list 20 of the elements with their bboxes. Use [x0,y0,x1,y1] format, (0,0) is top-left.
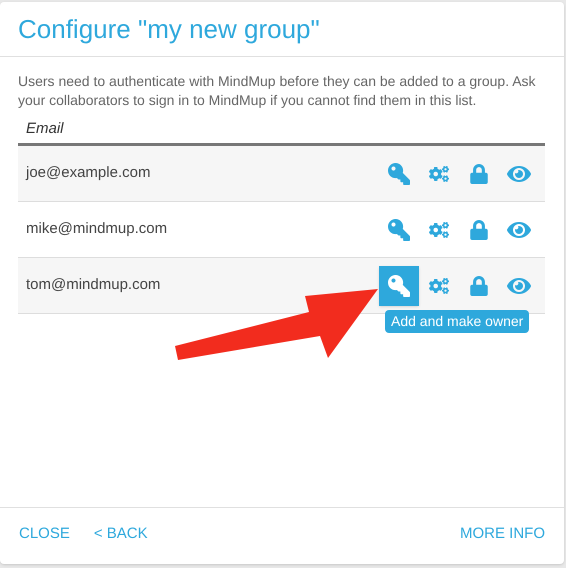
back-button[interactable]: < BACK [94,523,148,546]
lock-icon [469,164,489,184]
description-text: Users need to authenticate with MindMup before they can be added to a group. Ask your collaborators to sign in to MindMup if you cannot find them in this list. [18,72,537,110]
more-info-button[interactable]: MORE INFO [460,523,545,546]
lock-icon [469,220,489,240]
lock-icon [469,276,489,296]
key-icon [388,162,410,184]
column-header: Email [26,119,64,140]
gears-icon [429,164,449,184]
email-cell-text: joe@example.com [26,163,150,184]
tooltip: Add and make owner [385,310,530,332]
email-cell-text: tom@mindmup.com [26,275,160,296]
gears-icon [429,220,449,240]
dialog-title: Configure "my new group" [18,12,320,46]
key-icon [388,274,410,296]
gears-icon [429,276,449,296]
close-button[interactable]: CLOSE [19,523,70,546]
email-cell-text: mike@mindmup.com [26,219,168,240]
key-icon [388,218,410,240]
key-button[interactable] [379,266,419,306]
